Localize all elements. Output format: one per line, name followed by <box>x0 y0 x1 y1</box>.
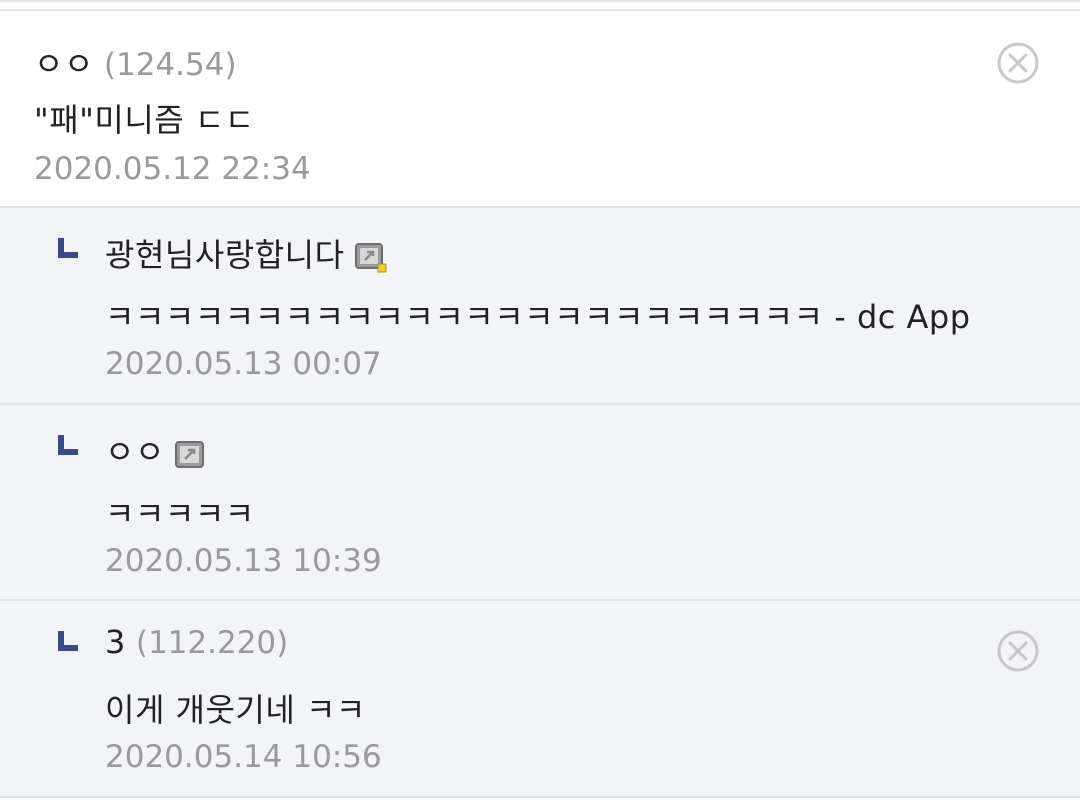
comment-header: ㅇㅇ <box>105 427 205 473</box>
comment-author[interactable]: 3 <box>105 623 126 661</box>
comment-text: ㅋㅋㅋㅋㅋㅋㅋㅋㅋㅋㅋㅋㅋㅋㅋㅋㅋㅋㅋㅋㅋㅋㅋㅋ - dc App <box>105 298 971 336</box>
comment-header: 3 (112.220) <box>105 623 288 661</box>
delete-comment-button[interactable] <box>996 629 1040 673</box>
comment-header: ㅇㅇ (124.54) <box>34 39 237 85</box>
comment-date: 2020.05.13 10:39 <box>105 543 382 579</box>
comment-header: 광현님사랑합니다 <box>105 230 387 277</box>
reply-arrow-icon <box>58 631 78 651</box>
comment-item: ㅇㅇ (124.54) "패"미니즘 ㄷㄷ 2020.05.12 22:34 <box>0 9 1080 208</box>
fixed-nick-badge-icon <box>354 242 387 272</box>
nick-badge-icon <box>174 440 204 468</box>
comment-author[interactable]: ㅇㅇ <box>34 45 94 83</box>
comment-date: 2020.05.13 00:07 <box>105 346 382 382</box>
comment-date: 2020.05.14 10:56 <box>105 739 382 775</box>
comment-author[interactable]: ㅇㅇ <box>105 433 165 471</box>
reply-item: 광현님사랑합니다 ㅋㅋㅋㅋㅋㅋㅋㅋㅋㅋㅋㅋㅋㅋㅋㅋㅋㅋㅋㅋㅋㅋㅋㅋ - dc A… <box>0 208 1080 405</box>
comment-date: 2020.05.12 22:34 <box>34 151 311 187</box>
comment-ip: (112.220) <box>135 625 289 661</box>
comment-ip: (124.54) <box>103 47 237 83</box>
comment-text: ㅋㅋㅋㅋㅋ <box>105 495 255 533</box>
comment-text: 이게 개웃기네 ㅋㅋ <box>105 691 366 729</box>
comment-text: "패"미니즘 ㄷㄷ <box>34 101 255 139</box>
reply-item: 3 (112.220) 이게 개웃기네 ㅋㅋ 2020.05.14 10:56 <box>0 601 1080 798</box>
reply-item: ㅇㅇ ㅋㅋㅋㅋㅋ 2020.05.13 10:39 <box>0 405 1080 601</box>
reply-arrow-icon <box>58 238 78 258</box>
reply-arrow-icon <box>58 435 78 455</box>
comment-list: ㅇㅇ (124.54) "패"미니즘 ㄷㄷ 2020.05.12 22:34 광현… <box>0 0 1080 806</box>
delete-comment-button[interactable] <box>996 41 1040 85</box>
comment-author[interactable]: 광현님사랑합니다 <box>105 236 345 274</box>
